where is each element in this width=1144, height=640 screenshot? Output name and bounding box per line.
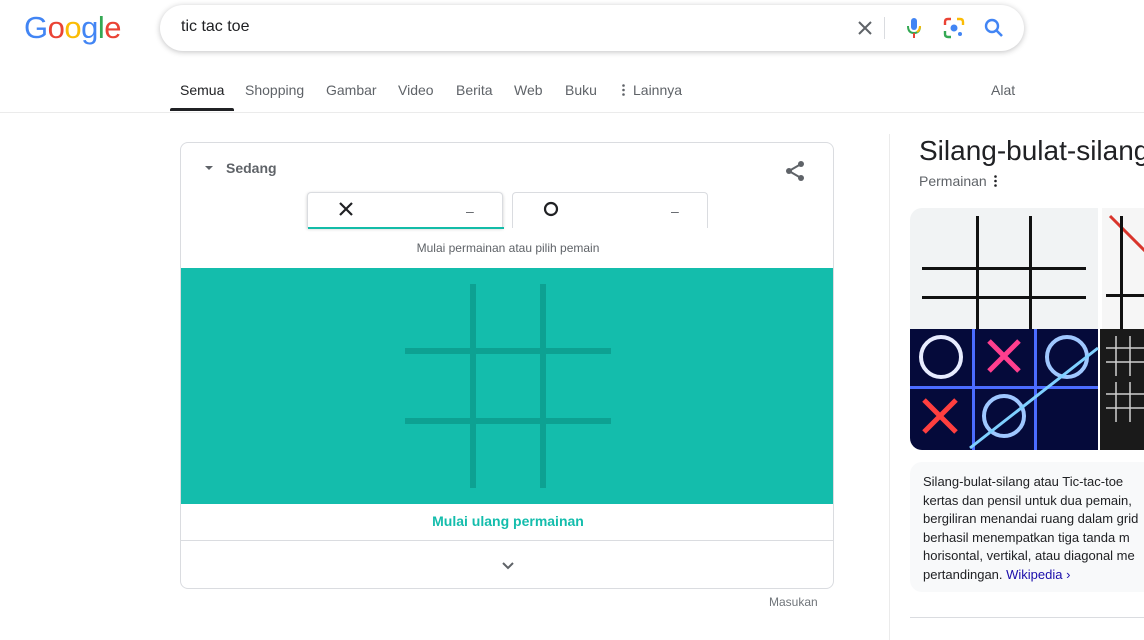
knowledge-panel-title: Silang-bulat-silang [919, 135, 1144, 166]
knowledge-panel-description: Silang-bulat-silang atau Tic-tac-toe ker… [910, 462, 1144, 592]
logo-letter: o [47, 10, 65, 45]
board-cell[interactable] [546, 354, 614, 422]
player-o-button[interactable]: – [512, 192, 708, 228]
logo-letter: g [81, 10, 98, 45]
description-line: horisontal, vertikal, atau diagonal me [923, 548, 1135, 563]
difficulty-dropdown[interactable]: Sedang [205, 160, 277, 176]
knowledge-panel-separator [889, 134, 890, 640]
tools-button[interactable]: Alat [991, 82, 1015, 98]
knowledge-panel-subtitle: Permainan [919, 173, 997, 189]
lens-icon[interactable] [942, 16, 966, 40]
active-tab-indicator [170, 108, 234, 111]
tab-more[interactable]: Lainnya [622, 82, 682, 99]
close-icon[interactable] [853, 16, 877, 40]
description-line: pertandingan. [923, 566, 1003, 582]
feedback-link[interactable]: Masukan [769, 595, 818, 609]
logo-letter: o [64, 10, 82, 45]
tab-web[interactable]: Web [514, 82, 543, 98]
board-cell[interactable] [403, 282, 471, 350]
logo-letter: G [24, 10, 48, 45]
tab-semua[interactable]: Semua [180, 82, 224, 98]
game-board [181, 268, 833, 504]
knowledge-panel-category: Permainan [919, 173, 987, 189]
knowledge-panel-divider [910, 617, 1144, 618]
share-icon[interactable] [783, 159, 807, 183]
logo-letter: e [104, 10, 122, 45]
board-cell[interactable] [475, 282, 543, 350]
microphone-icon[interactable] [902, 16, 926, 40]
active-player-indicator [308, 227, 504, 229]
card-divider [181, 540, 833, 541]
chevron-down-icon[interactable] [498, 556, 518, 576]
x-mark-icon [338, 201, 354, 222]
search-tabs: Semua Shopping Gambar Video Berita Web B… [0, 76, 1144, 113]
more-vert-icon[interactable] [993, 175, 997, 187]
tic-tac-toe-card: Sedang – – Mulai permainan atau pilih pe… [180, 142, 834, 589]
restart-game-button[interactable]: Mulai ulang permainan [181, 513, 833, 529]
google-logo[interactable]: Google [24, 10, 122, 45]
search-icon[interactable] [982, 16, 1006, 40]
description-line: berhasil menempatkan tiga tanda m [923, 529, 1130, 545]
caret-down-icon [205, 166, 213, 170]
board-cell[interactable] [403, 424, 471, 492]
description-last-line: pertandingan. Wikipedia › [923, 566, 1144, 585]
board-cell[interactable] [546, 282, 614, 350]
tab-buku[interactable]: Buku [565, 82, 597, 98]
board-cell[interactable] [475, 424, 543, 492]
tab-more-label: Lainnya [633, 82, 683, 98]
board-cell[interactable] [546, 424, 614, 492]
player-x-score: – [466, 203, 474, 219]
description-line: Silang-bulat-silang atau Tic-tac-toe [923, 474, 1124, 489]
description-line: kertas dan pensil untuk dua pemain, [923, 492, 1132, 508]
description-line: bergiliran menandai ruang dalam grid [923, 511, 1139, 526]
wikipedia-link[interactable]: Wikipedia › [1006, 567, 1070, 582]
tab-video[interactable]: Video [398, 82, 434, 98]
search-divider [884, 17, 885, 39]
board-cell[interactable] [403, 354, 471, 422]
knowledge-panel-images[interactable] [910, 208, 1144, 450]
o-mark-icon [543, 201, 559, 222]
search-input[interactable]: tic tac toe [181, 18, 249, 36]
search-box[interactable]: tic tac toe [160, 5, 1024, 51]
tab-berita[interactable]: Berita [456, 82, 493, 98]
game-hint: Mulai permainan atau pilih pemain [416, 241, 600, 255]
player-o-score: – [671, 203, 679, 219]
tab-shopping[interactable]: Shopping [245, 82, 304, 98]
tab-gambar[interactable]: Gambar [326, 82, 377, 98]
board-cell[interactable] [475, 354, 543, 422]
player-x-button[interactable]: – [307, 192, 504, 229]
difficulty-label: Sedang [226, 160, 277, 176]
more-vert-icon [622, 83, 625, 99]
